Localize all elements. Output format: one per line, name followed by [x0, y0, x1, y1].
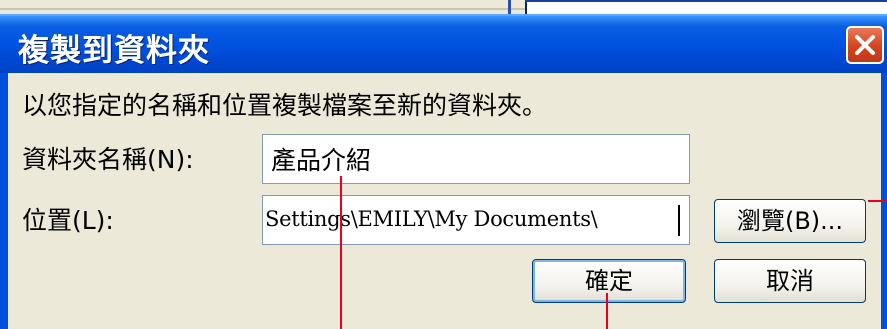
folder-name-input[interactable]: 產品介紹	[262, 134, 690, 184]
background-divider	[508, 0, 511, 14]
window-frame-left	[0, 73, 8, 329]
browse-button[interactable]: 瀏覽(B)...	[714, 199, 866, 243]
dialog-title: 複製到資料夾	[18, 33, 210, 69]
title-bar[interactable]: 複製到資料夾	[0, 14, 887, 73]
callout-line-ok	[606, 293, 608, 329]
cancel-button[interactable]: 取消	[714, 259, 866, 303]
background-window	[0, 0, 527, 14]
close-button[interactable]	[846, 26, 884, 64]
text-caret	[678, 205, 680, 236]
location-label: 位置(L):	[22, 206, 114, 235]
callout-line-browse	[868, 200, 887, 202]
copy-to-folder-dialog: 複製到資料夾 以您指定的名稱和位置複製檔案至新的資料夾。 資料夾名稱(N): 產…	[0, 14, 887, 329]
ok-button[interactable]: 確定	[532, 259, 686, 303]
close-x-icon	[855, 35, 875, 55]
folder-name-label: 資料夾名稱(N):	[22, 145, 194, 174]
callout-line-folder-name	[340, 176, 342, 329]
background-border-line	[525, 0, 887, 2]
background-window-edge	[0, 8, 525, 10]
location-input[interactable]: Settings\EMILY\My Documents\	[262, 195, 690, 245]
dialog-description: 以您指定的名稱和位置複製檔案至新的資料夾。	[22, 91, 548, 120]
